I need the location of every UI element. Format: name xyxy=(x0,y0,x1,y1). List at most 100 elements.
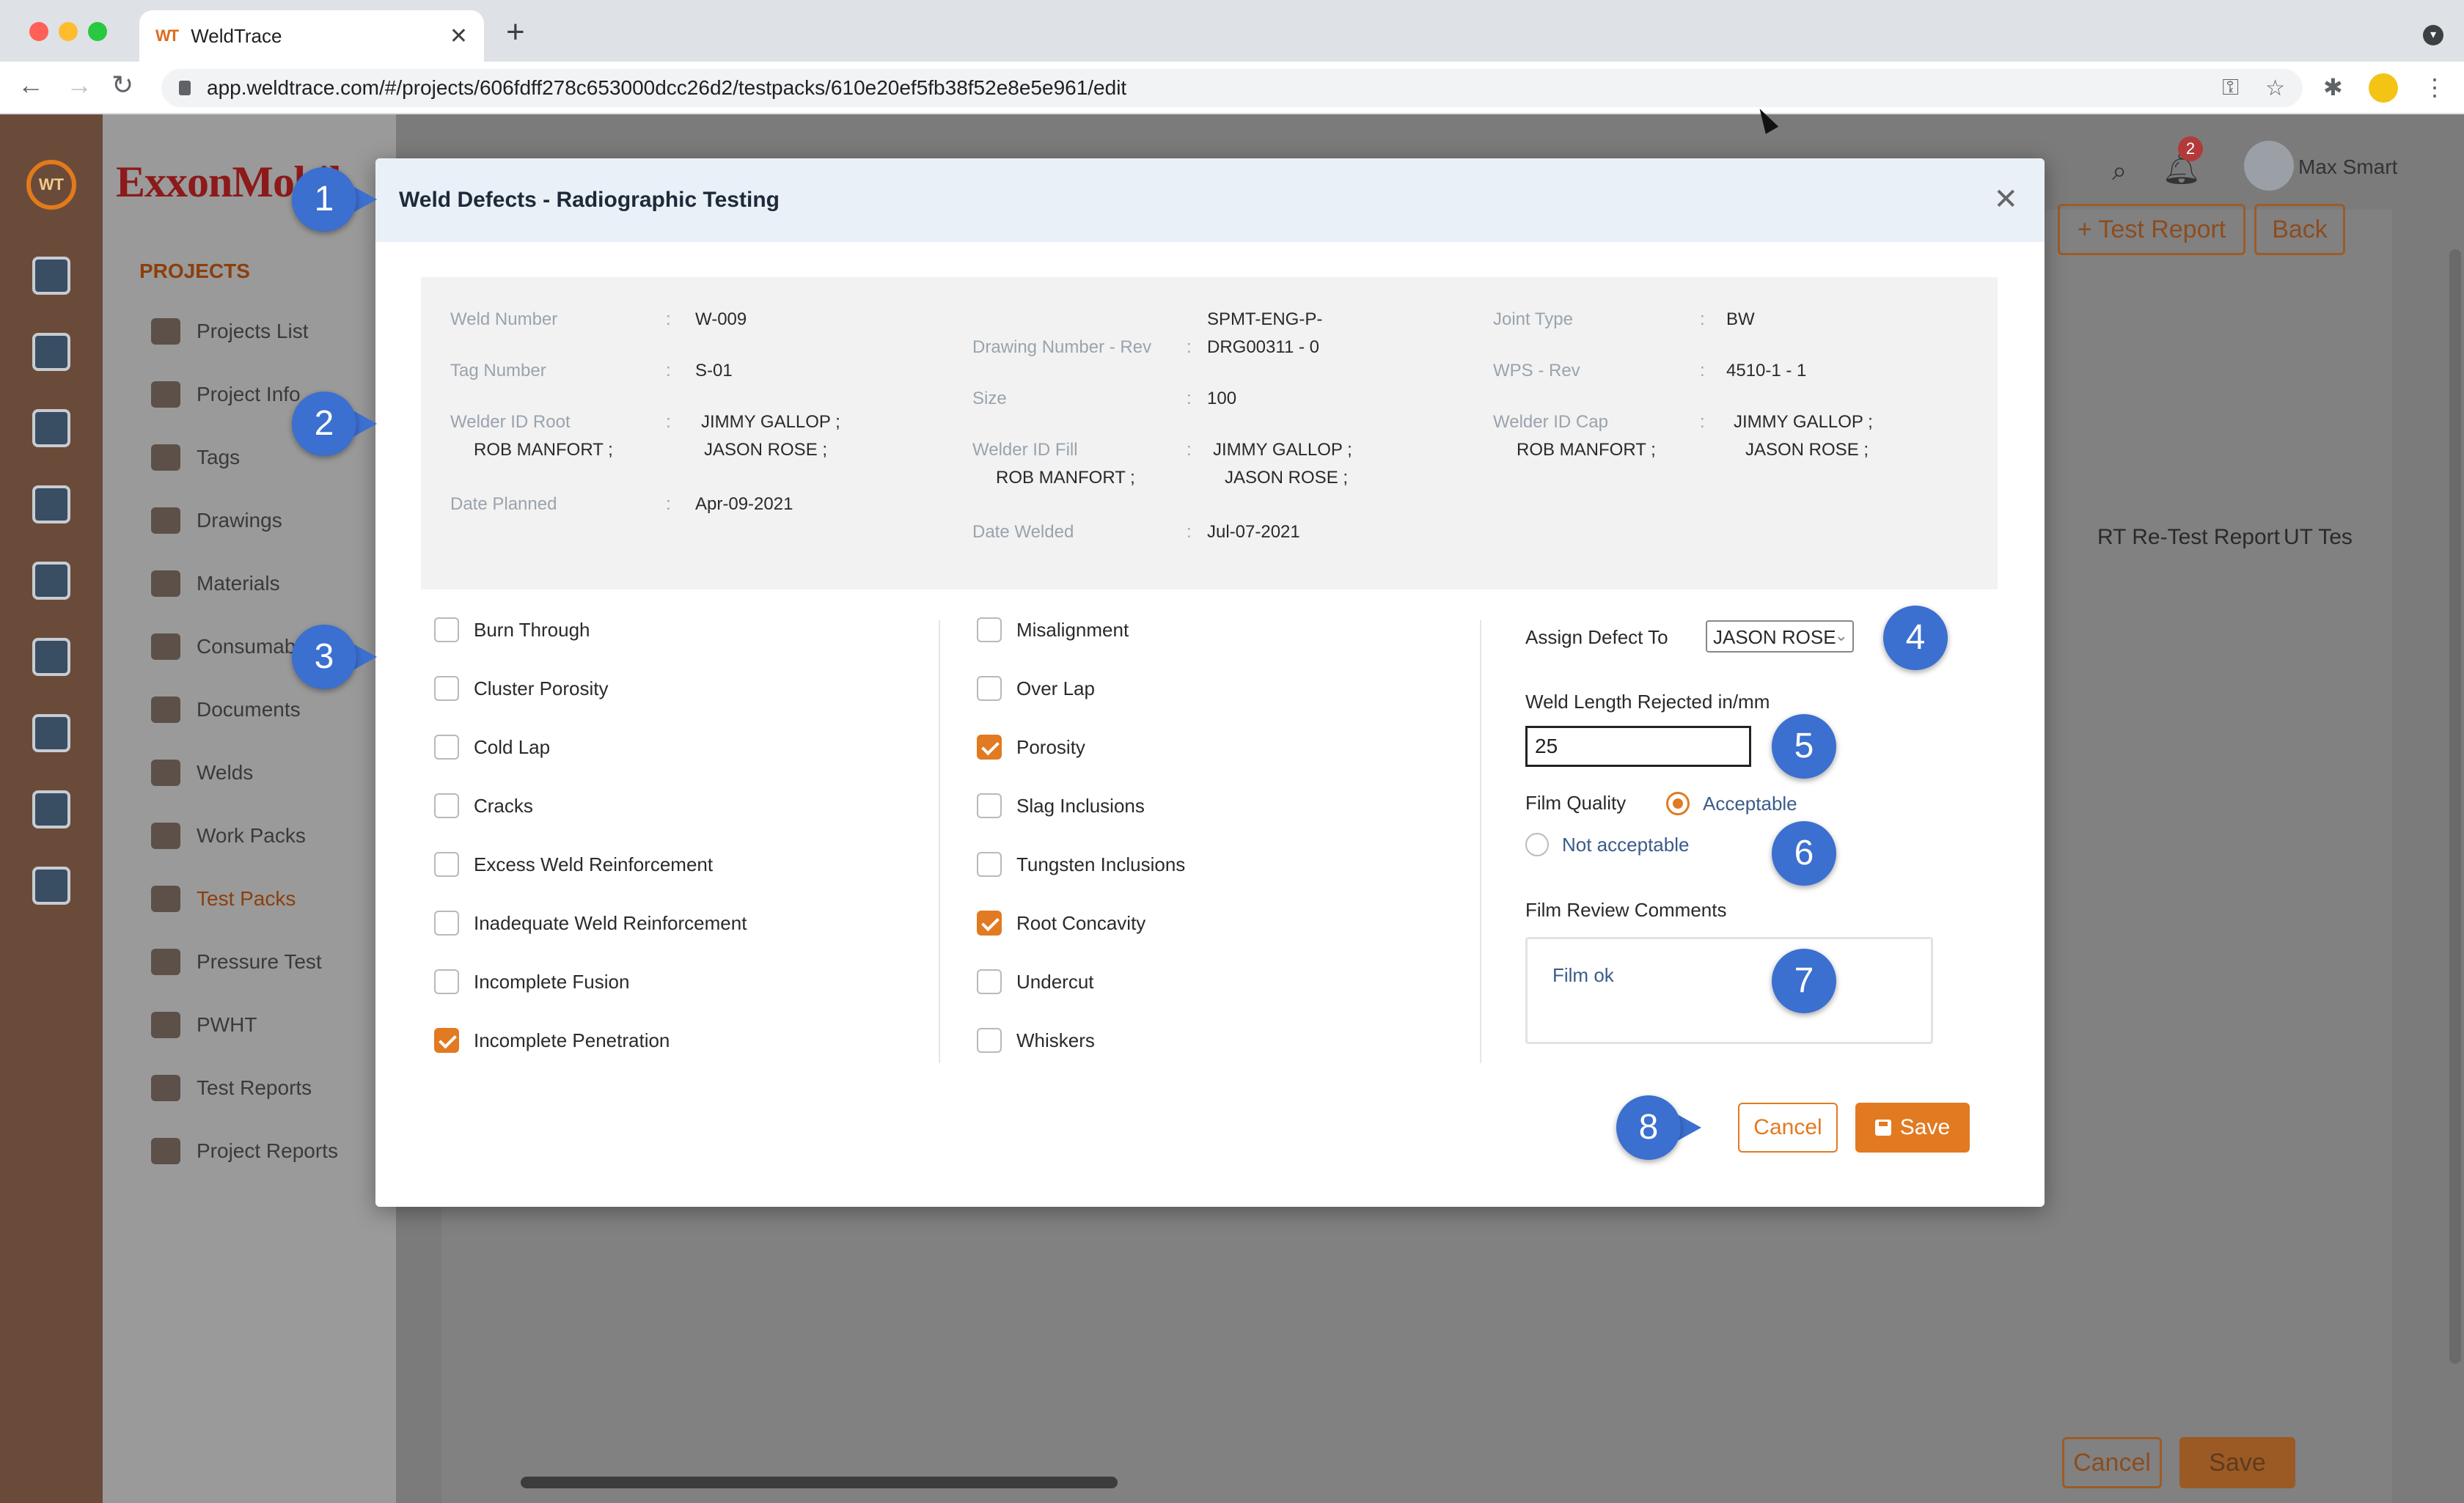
marker-number: 4 xyxy=(1883,606,1948,670)
defect-porosity[interactable]: Porosity xyxy=(977,735,1085,760)
checkbox[interactable] xyxy=(977,735,1002,760)
sidebar-item-project-reports[interactable]: Project Reports xyxy=(151,1129,338,1173)
avatar[interactable] xyxy=(2244,141,2294,191)
checkbox[interactable] xyxy=(977,676,1002,701)
clipboard-icon[interactable] xyxy=(32,790,70,828)
defect-slag-inclusions[interactable]: Slag Inclusions xyxy=(977,793,1145,818)
sidebar-item-project-info[interactable]: Project Info xyxy=(151,372,301,416)
checkbox[interactable] xyxy=(434,852,459,877)
welder-icon[interactable] xyxy=(32,485,70,523)
sidebar-item-tags[interactable]: Tags xyxy=(151,436,240,479)
search-icon[interactable]: ⌕ xyxy=(2112,155,2127,187)
add-test-report-button[interactable]: + Test Report xyxy=(2058,204,2245,255)
defect-label: Inadequate Weld Reinforcement xyxy=(474,911,747,934)
checkbox[interactable] xyxy=(434,617,459,642)
film-comments-label: Film Review Comments xyxy=(1525,899,1727,921)
defect-cracks[interactable]: Cracks xyxy=(434,793,533,818)
tab-close-icon[interactable]: ✕ xyxy=(450,23,468,49)
extensions-icon[interactable]: ✱ xyxy=(2323,73,2343,101)
chrome-menu-icon[interactable]: ⋮ xyxy=(2423,73,2446,101)
defect-incomplete-penetration[interactable]: Incomplete Penetration xyxy=(434,1028,670,1053)
defect-root-concavity[interactable]: Root Concavity xyxy=(977,911,1145,936)
address-bar[interactable]: app.weldtrace.com/#/projects/606fdff278c… xyxy=(161,69,2303,107)
save-button[interactable]: Save xyxy=(1855,1103,1970,1153)
checkbox[interactable] xyxy=(434,676,459,701)
defect-cluster-porosity[interactable]: Cluster Porosity xyxy=(434,676,609,701)
certificate-icon[interactable] xyxy=(32,867,70,905)
checkbox[interactable] xyxy=(977,617,1002,642)
forward-arrow-icon[interactable]: → xyxy=(66,72,92,98)
reload-icon[interactable]: ↻ xyxy=(111,72,133,98)
colon: : xyxy=(666,361,671,381)
checklist-icon[interactable] xyxy=(32,409,70,447)
checkbox[interactable] xyxy=(977,1028,1002,1053)
sidebar-item-test-reports[interactable]: Test Reports xyxy=(151,1066,312,1110)
close-icon[interactable]: ✕ xyxy=(1993,185,2018,214)
users-icon[interactable] xyxy=(32,714,70,752)
sidebar-item-drawings[interactable]: Drawings xyxy=(151,499,282,543)
tags-icon xyxy=(151,444,180,471)
checkbox[interactable] xyxy=(434,911,459,936)
projects-folder-icon[interactable] xyxy=(32,333,70,371)
radio-button[interactable] xyxy=(1525,833,1549,856)
org-chart-icon[interactable] xyxy=(32,562,70,600)
defect-undercut[interactable]: Undercut xyxy=(977,969,1094,994)
defect-burn-through[interactable]: Burn Through xyxy=(434,617,590,642)
sidebar-item-pwht[interactable]: PWHT xyxy=(151,1003,257,1047)
film-comments-text: Film ok xyxy=(1552,964,1614,986)
checkbox[interactable] xyxy=(434,969,459,994)
wps-rev-value: 4510-1 - 1 xyxy=(1726,361,1807,381)
sidebar-heading: PROJECTS xyxy=(139,260,250,282)
defect-cold-lap[interactable]: Cold Lap xyxy=(434,735,550,760)
assign-defect-select[interactable]: JASON ROSE ⌄ xyxy=(1706,620,1854,653)
defect-whiskers[interactable]: Whiskers xyxy=(977,1028,1095,1053)
checkbox[interactable] xyxy=(434,735,459,760)
checkbox[interactable] xyxy=(977,911,1002,936)
close-window-button[interactable] xyxy=(29,22,48,41)
sidebar-item-projects-list[interactable]: Projects List xyxy=(151,309,309,353)
new-tab-icon[interactable]: + xyxy=(506,16,525,48)
defect-label: Misalignment xyxy=(1016,618,1129,641)
key-icon[interactable]: ⚿ xyxy=(2222,76,2239,100)
sidebar-item-pressure-test[interactable]: Pressure Test xyxy=(151,940,322,984)
weld-length-input[interactable] xyxy=(1525,726,1751,767)
dashboard-icon[interactable] xyxy=(32,257,70,295)
sidebar-item-materials[interactable]: Materials xyxy=(151,562,280,606)
film-quality-acceptable[interactable]: Acceptable xyxy=(1666,792,1797,815)
defect-misalignment[interactable]: Misalignment xyxy=(977,617,1129,642)
checkbox[interactable] xyxy=(434,1028,459,1053)
checkbox[interactable] xyxy=(977,852,1002,877)
defect-excess-weld-reinforcement[interactable]: Excess Weld Reinforcement xyxy=(434,852,713,877)
cancel-button[interactable]: Cancel xyxy=(1738,1103,1838,1153)
defect-inadequate-weld-reinforcement[interactable]: Inadequate Weld Reinforcement xyxy=(434,911,747,936)
reports-icon[interactable] xyxy=(32,638,70,676)
defect-over-lap[interactable]: Over Lap xyxy=(977,676,1095,701)
back-button[interactable]: Back xyxy=(2254,204,2345,255)
maximize-window-button[interactable] xyxy=(88,22,107,41)
checkbox[interactable] xyxy=(977,793,1002,818)
checkbox[interactable] xyxy=(977,969,1002,994)
joint-type-value: BW xyxy=(1726,309,1755,329)
sidebar-item-documents[interactable]: Documents xyxy=(151,688,301,732)
page-cancel-button[interactable]: Cancel xyxy=(2062,1437,2162,1488)
tab-search-icon[interactable]: ▾ xyxy=(2423,25,2443,45)
film-comments-textarea[interactable]: Film ok xyxy=(1525,937,1933,1044)
user-name[interactable]: Max Smart xyxy=(2298,155,2397,179)
sidebar-item-welds[interactable]: Welds xyxy=(151,751,253,795)
browser-tab[interactable]: WT WeldTrace ✕ xyxy=(139,10,484,62)
page-vertical-scrollbar[interactable] xyxy=(2449,249,2461,1364)
horizontal-scrollbar[interactable] xyxy=(521,1477,1118,1488)
radio-button[interactable] xyxy=(1666,792,1690,815)
minimize-window-button[interactable] xyxy=(59,22,78,41)
back-arrow-icon[interactable]: ← xyxy=(18,72,44,98)
film-quality-not-acceptable[interactable]: Not acceptable xyxy=(1525,833,1689,856)
defect-incomplete-fusion[interactable]: Incomplete Fusion xyxy=(434,969,629,994)
page-save-button[interactable]: Save xyxy=(2179,1437,2295,1488)
defect-tungsten-inclusions[interactable]: Tungsten Inclusions xyxy=(977,852,1185,877)
sidebar-item-test-packs[interactable]: Test Packs xyxy=(151,877,296,921)
star-icon[interactable]: ☆ xyxy=(2265,76,2285,101)
profile-avatar-icon[interactable] xyxy=(2369,73,2398,103)
sidebar-item-work-packs[interactable]: Work Packs xyxy=(151,814,306,858)
checkbox[interactable] xyxy=(434,793,459,818)
callout-marker-3: 3 xyxy=(292,625,377,689)
